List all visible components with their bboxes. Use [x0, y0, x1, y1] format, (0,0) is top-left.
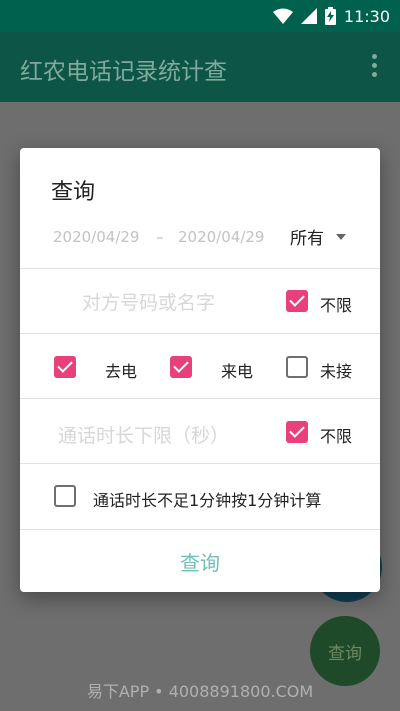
date-from[interactable]: 2020/04/29	[53, 228, 139, 246]
divider	[20, 398, 380, 399]
duration-unlimited-checkbox[interactable]	[286, 421, 308, 443]
app-bar: 红农电话记录统计查	[0, 32, 400, 102]
divider	[20, 333, 380, 334]
status-icons: 11:30	[272, 6, 390, 26]
missed-label: 未接	[320, 362, 353, 381]
divider	[20, 268, 380, 269]
incoming-checkbox[interactable]	[170, 356, 192, 378]
incoming-label: 来电	[221, 362, 254, 381]
query-button[interactable]: 查询	[20, 530, 380, 592]
outgoing-label: 去电	[105, 362, 138, 381]
min-duration-input[interactable]: 通话时长下限（秒）	[58, 421, 229, 448]
more-vert-icon[interactable]	[372, 54, 378, 80]
query-fab[interactable]: 查询	[310, 616, 380, 686]
wifi-icon	[272, 8, 293, 24]
status-bar: 11:30	[0, 0, 400, 32]
date-separator: –	[156, 228, 164, 246]
dialog-title: 查询	[51, 180, 96, 205]
battery-charging-icon	[324, 7, 336, 25]
contact-unlimited-label: 不限	[320, 296, 353, 315]
footer-watermark: 易下APP • 4008891800.COM	[86, 682, 314, 701]
contact-input[interactable]: 对方号码或名字	[82, 288, 215, 315]
outgoing-checkbox[interactable]	[54, 356, 76, 378]
contact-unlimited-checkbox[interactable]	[286, 290, 308, 312]
call-filter-value: 所有	[290, 229, 324, 249]
status-time: 11:30	[343, 6, 390, 26]
divider	[20, 463, 380, 464]
call-filter-select[interactable]: 所有	[290, 224, 346, 249]
round-up-checkbox[interactable]	[54, 485, 76, 507]
duration-unlimited-label: 不限	[320, 427, 353, 446]
query-dialog: 查询 2020/04/29 – 2020/04/29 所有 对方号码或名字 不限…	[20, 148, 380, 592]
signal-icon	[300, 8, 317, 24]
missed-checkbox[interactable]	[286, 356, 308, 378]
round-up-label: 通话时长不足1分钟按1分钟计算	[93, 491, 322, 510]
dropdown-arrow-icon	[336, 233, 346, 240]
app-title: 红农电话记录统计查	[20, 59, 227, 85]
date-to[interactable]: 2020/04/29	[178, 228, 264, 246]
